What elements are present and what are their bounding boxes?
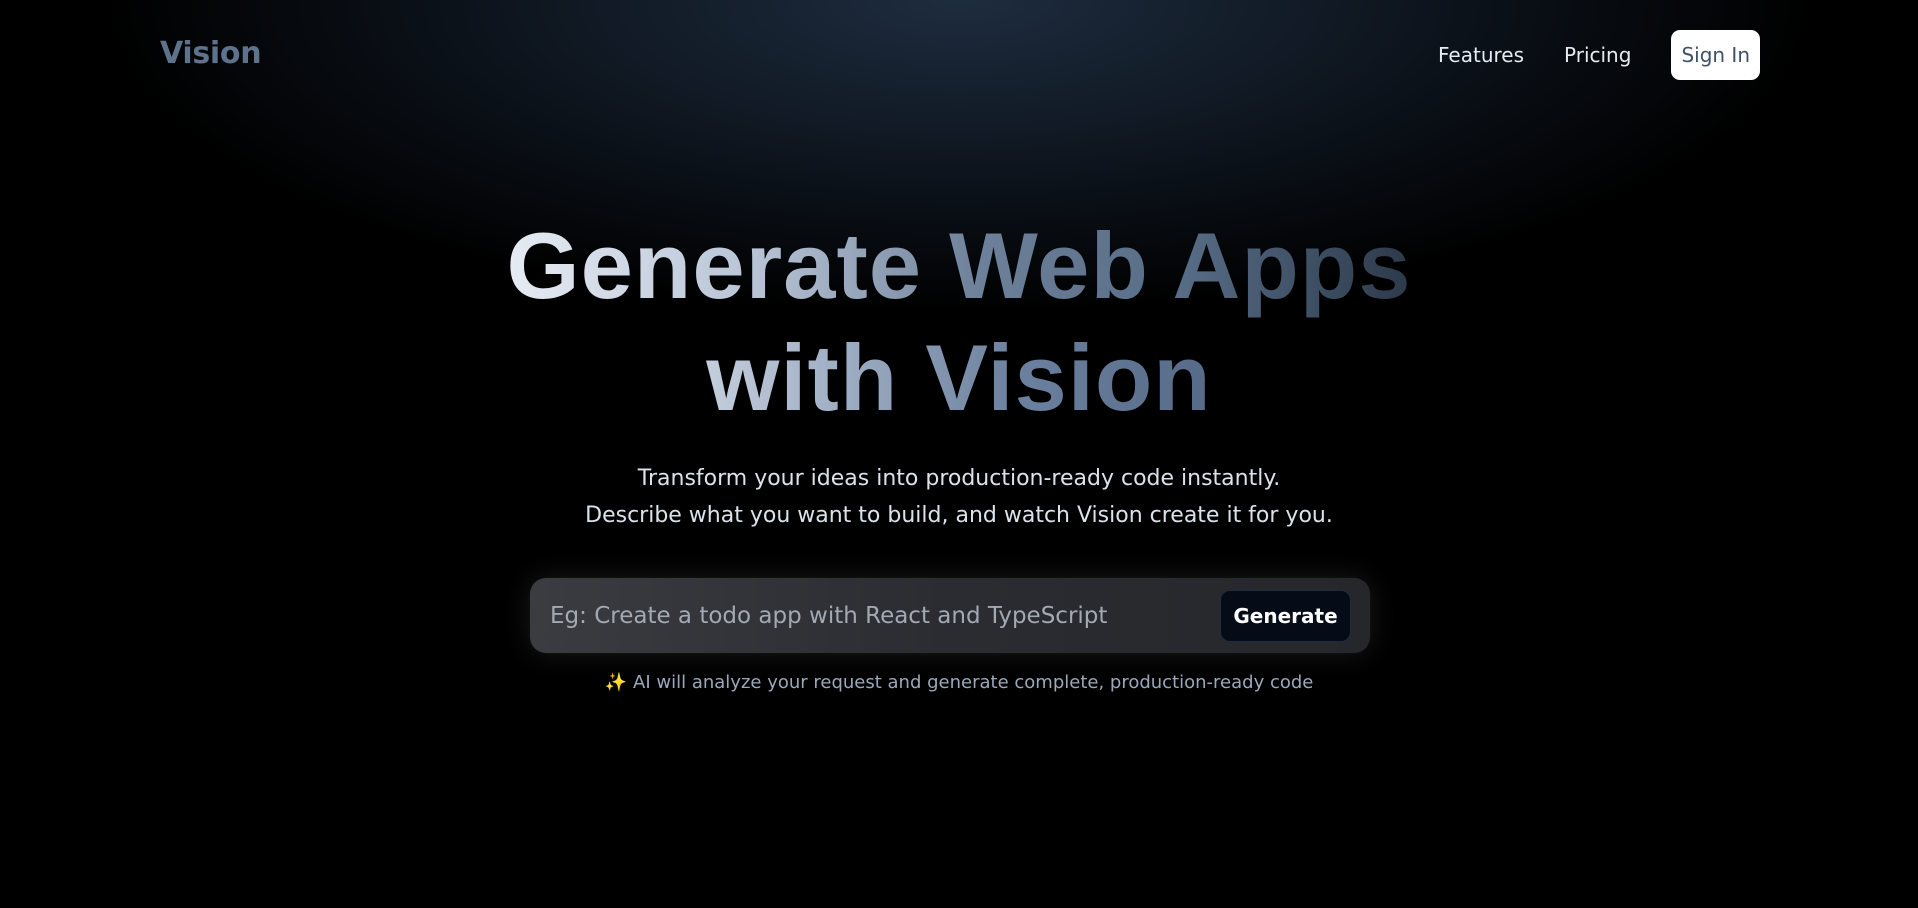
nav-link-features[interactable]: Features <box>1438 43 1524 67</box>
hero-title-line-1: Generate Web Apps <box>503 210 1416 322</box>
hero-title-line-2: with Vision <box>702 322 1215 434</box>
sign-in-button[interactable]: Sign In <box>1671 30 1760 80</box>
nav-links: Features Pricing Sign In <box>1438 30 1760 80</box>
sparkles-icon: ✨ <box>604 672 628 693</box>
logo[interactable]: Vision <box>160 36 262 71</box>
hero-title: Generate Web Apps with Vision <box>0 210 1918 434</box>
hero-subtitle-line-1: Transform your ideas into production-rea… <box>637 466 1281 491</box>
hero-subtitle: Transform your ideas into production-rea… <box>0 460 1918 534</box>
nav-link-pricing[interactable]: Pricing <box>1564 43 1631 67</box>
top-nav: Vision Features Pricing Sign In <box>0 0 1918 110</box>
hero-subtitle-line-2: Describe what you want to build, and wat… <box>585 503 1333 528</box>
prompt-box: Generate <box>530 578 1370 653</box>
prompt-input[interactable] <box>550 578 1230 653</box>
hint-label: AI will analyze your request and generat… <box>633 672 1314 693</box>
hint-text: ✨ AI will analyze your request and genera… <box>0 672 1918 693</box>
hero-section: Generate Web Apps with Vision Transform … <box>0 210 1918 534</box>
generate-button[interactable]: Generate <box>1220 590 1351 642</box>
